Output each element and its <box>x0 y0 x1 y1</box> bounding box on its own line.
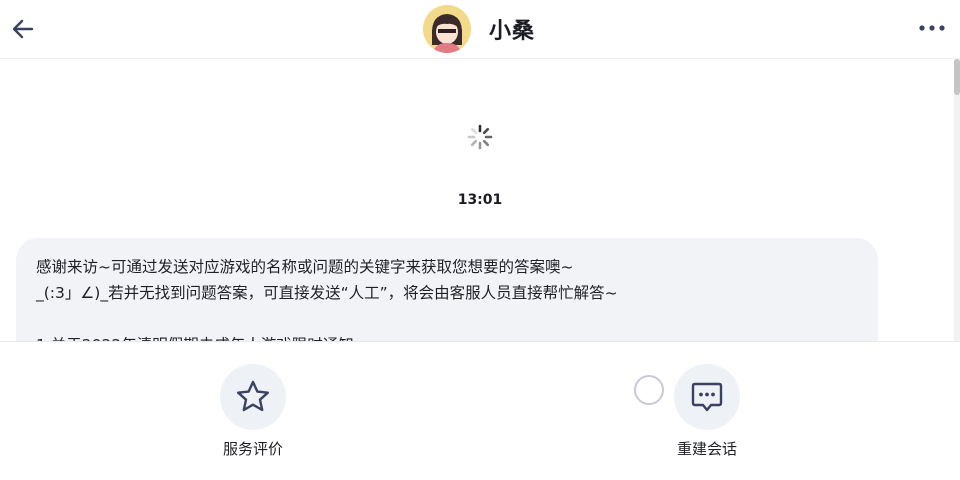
top-bar: 小桑 <box>0 0 960 59</box>
loading-spinner-icon <box>466 123 494 151</box>
chat-bubble-icon <box>691 382 723 412</box>
new-chat-icon-circle <box>674 364 740 430</box>
avatar[interactable] <box>423 5 471 53</box>
message-line: _(:3」∠)_若并无找到问题答案，可直接发送“人工”，将会由客服人员直接帮忙解… <box>36 284 618 302</box>
more-button[interactable] <box>918 18 946 38</box>
message-bubble: 感谢来访~可通过发送对应游戏的名称或问题的关键字来获取您想要的答案噢~ _(:3… <box>16 238 878 341</box>
new-chat-button[interactable]: 重建会话 <box>647 364 767 459</box>
star-icon <box>237 380 269 412</box>
back-button[interactable] <box>10 15 38 43</box>
new-chat-label: 重建会话 <box>676 440 737 458</box>
avatar-image <box>423 5 471 53</box>
header-title-group: 小桑 <box>423 5 535 53</box>
more-horizontal-icon <box>919 25 945 31</box>
arrow-left-icon <box>12 19 34 39</box>
service-rating-label: 服务评价 <box>222 440 283 458</box>
bottom-action-bar: 服务评价 重建会话 <box>0 341 960 480</box>
service-rating-button[interactable]: 服务评价 <box>193 364 313 459</box>
chat-app: 小桑 13:01 感谢来访~可通过发送对应游戏的名称或问题的关键字来获取您想要的… <box>0 0 960 480</box>
message-link[interactable]: 1.关于2022年清明假期未成年人游戏限时通知 <box>36 332 858 341</box>
page-title: 小桑 <box>489 19 536 44</box>
message-timestamp: 13:01 <box>457 192 503 208</box>
chat-area[interactable]: 13:01 感谢来访~可通过发送对应游戏的名称或问题的关键字来获取您想要的答案噢… <box>0 59 960 341</box>
scrollbar[interactable] <box>954 59 960 341</box>
service-rating-icon-circle <box>220 364 286 430</box>
message-line: 感谢来访~可通过发送对应游戏的名称或问题的关键字来获取您想要的答案噢~ <box>36 258 574 276</box>
scrollbar-thumb[interactable] <box>954 59 960 95</box>
touch-indicator <box>634 375 664 405</box>
